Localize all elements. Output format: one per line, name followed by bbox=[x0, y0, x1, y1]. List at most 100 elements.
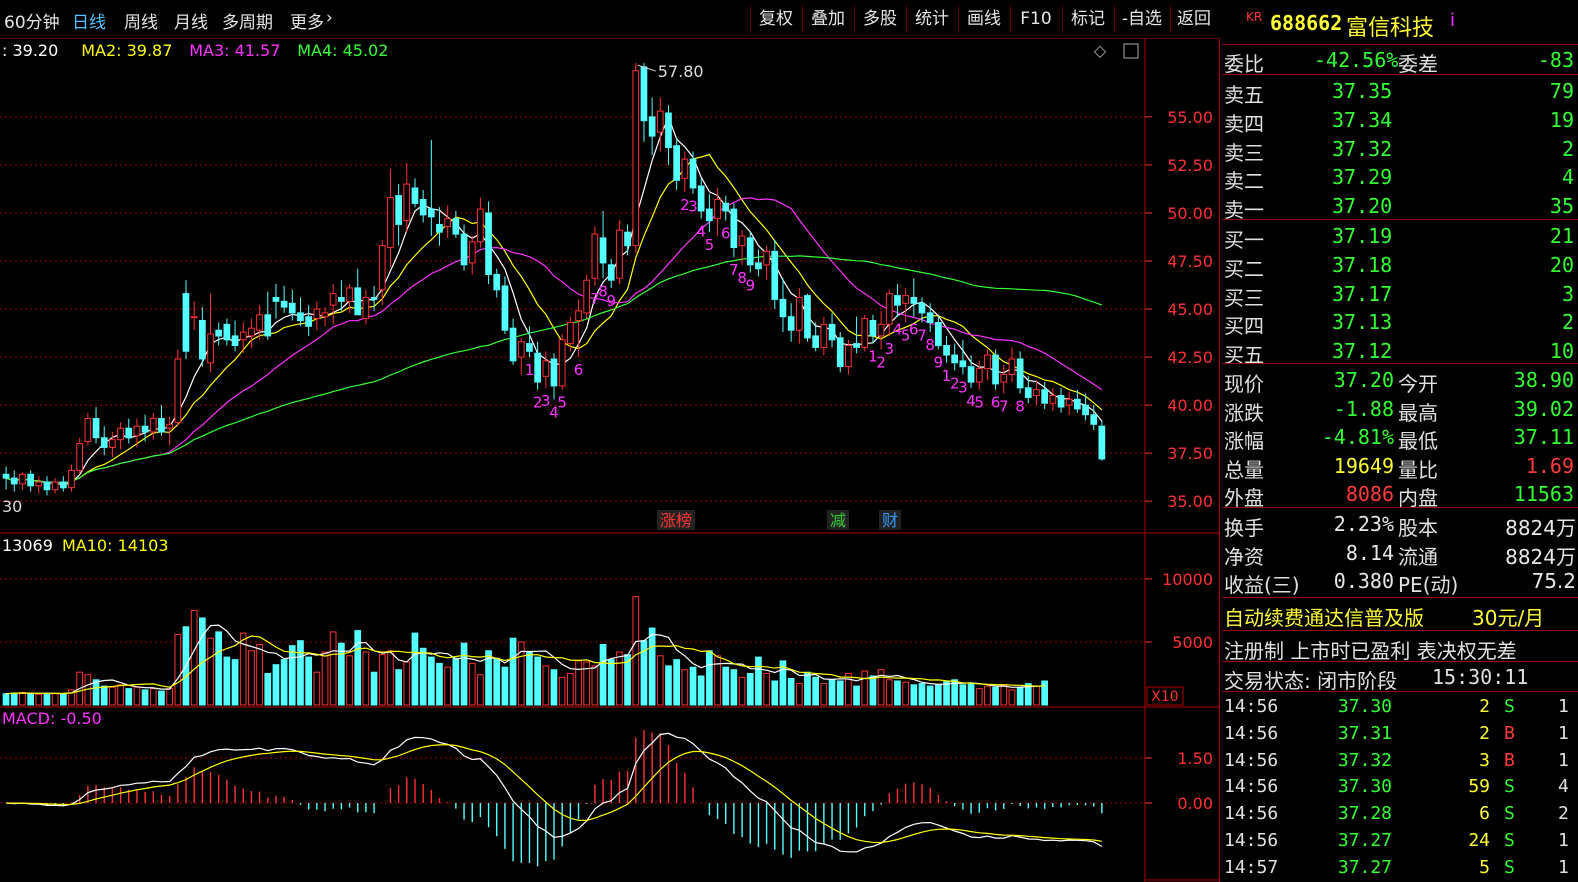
volume-bar bbox=[272, 664, 280, 706]
candle bbox=[1033, 380, 1040, 406]
candle bbox=[452, 211, 460, 238]
candle-body bbox=[19, 473, 26, 485]
buy-order-row[interactable]: 买二 37.18 20 bbox=[1222, 251, 1578, 281]
chevron-right-icon[interactable]: › bbox=[326, 8, 333, 28]
candle bbox=[926, 303, 934, 333]
back-button[interactable]: 返回 bbox=[1170, 5, 1217, 33]
trade-status-label: 交易状态: 闭市阶段 bbox=[1224, 669, 1398, 693]
candle-body bbox=[84, 418, 92, 443]
buy-order-row[interactable]: 买三 37.17 3 bbox=[1222, 280, 1578, 310]
stats-button[interactable]: 统计 bbox=[906, 5, 957, 33]
tick-volume: 24 bbox=[1468, 830, 1490, 851]
tick-price: 37.30 bbox=[1337, 776, 1392, 798]
quote-panel: KR 688662 富信科技 i 委比 -42.56% 委差 -83 卖五 37.… bbox=[1222, 0, 1578, 882]
candle-body bbox=[1090, 414, 1098, 425]
volume-bar bbox=[681, 669, 689, 706]
volume-bar bbox=[526, 651, 533, 706]
period-more[interactable]: 更多 bbox=[290, 8, 324, 33]
candle bbox=[158, 405, 165, 436]
volume-bar bbox=[248, 650, 255, 706]
draw-line-button[interactable]: 画线 bbox=[958, 5, 1009, 33]
fund-label: 净资 bbox=[1224, 544, 1264, 569]
candle-body bbox=[133, 425, 141, 437]
candle-body bbox=[681, 158, 689, 179]
volume-bar bbox=[853, 685, 860, 706]
price-tick-label: 45.00 bbox=[1167, 300, 1213, 319]
sell-qty: 35 bbox=[1549, 194, 1574, 219]
tick-time: 14:56 bbox=[1224, 803, 1279, 825]
candle-body bbox=[207, 333, 214, 364]
candle bbox=[215, 322, 223, 346]
sell-level-label: 卖四 bbox=[1224, 111, 1264, 136]
buy-order-row[interactable]: 买四 37.13 2 bbox=[1222, 308, 1578, 338]
market-tag: KR bbox=[1246, 10, 1263, 24]
sell-order-row[interactable]: 卖二 37.29 4 bbox=[1222, 163, 1578, 193]
volume-bar bbox=[92, 679, 100, 706]
candle bbox=[468, 236, 476, 275]
sell-order-row[interactable]: 卖三 37.32 2 bbox=[1222, 135, 1578, 165]
candle-body bbox=[738, 235, 746, 247]
volume-bar bbox=[468, 662, 476, 706]
period-daily[interactable]: 日线 bbox=[72, 8, 106, 33]
tick-count: 1 bbox=[1558, 722, 1569, 744]
promo-price[interactable]: 30元/月 bbox=[1472, 602, 1544, 631]
buy-order-row[interactable]: 买一 37.19 21 bbox=[1222, 222, 1578, 252]
candle-body bbox=[1033, 389, 1040, 397]
f10-button[interactable]: F10 bbox=[1010, 5, 1061, 33]
period-monthly[interactable]: 月线 bbox=[174, 8, 208, 33]
candle-body bbox=[673, 145, 680, 181]
candle-body bbox=[771, 250, 779, 300]
candle-body bbox=[27, 473, 34, 487]
candle-body bbox=[918, 302, 926, 314]
tick-volume: 2 bbox=[1479, 722, 1490, 744]
overlay-button[interactable]: 叠加 bbox=[802, 5, 853, 33]
candle bbox=[239, 322, 247, 354]
candle bbox=[992, 349, 999, 390]
volume-bar bbox=[787, 678, 795, 706]
info-icon[interactable]: i bbox=[1450, 10, 1455, 31]
candle bbox=[591, 226, 599, 286]
adjust-button[interactable]: 复权 bbox=[750, 5, 801, 33]
candle-body bbox=[51, 481, 59, 491]
volume-bar bbox=[722, 666, 730, 706]
candle-body bbox=[60, 481, 67, 489]
stat-value: -1.88 bbox=[1333, 396, 1394, 421]
buy-order-row[interactable]: 买五 37.12 10 bbox=[1222, 337, 1578, 367]
fund-label: PE(动) bbox=[1398, 573, 1459, 597]
volume-bar bbox=[804, 671, 811, 706]
period-weekly[interactable]: 周线 bbox=[124, 8, 158, 33]
multi-stock-button[interactable]: 多股 bbox=[854, 5, 905, 33]
chart-area[interactable]: 55.0052.5050.0047.5045.0042.5040.0037.50… bbox=[0, 0, 1220, 882]
promo-banner[interactable]: 自动续费通达信普及版 30元/月 bbox=[1222, 600, 1578, 631]
volume-bar bbox=[926, 685, 934, 706]
tick-side: S bbox=[1504, 696, 1515, 717]
candle-body bbox=[501, 285, 509, 331]
period-60min[interactable]: 60分钟 bbox=[4, 8, 60, 33]
candle-body bbox=[943, 345, 950, 356]
volume-bar bbox=[861, 670, 869, 706]
buy-level-label: 买二 bbox=[1224, 256, 1264, 281]
candle bbox=[256, 305, 263, 340]
period-multi[interactable]: 多周期 bbox=[222, 8, 273, 33]
sell-order-row[interactable]: 卖五 37.35 79 bbox=[1222, 77, 1578, 107]
webi-value: -42.56% bbox=[1314, 48, 1399, 72]
macd-legend: MACD: -0.50 bbox=[2, 709, 102, 728]
candle-body bbox=[583, 279, 590, 314]
remove-watchlist-button[interactable]: -自选 bbox=[1114, 5, 1169, 33]
mark-button[interactable]: 标记 bbox=[1062, 5, 1113, 33]
sell-order-row[interactable]: 卖一 37.20 35 bbox=[1222, 192, 1578, 222]
candle-body bbox=[869, 320, 877, 337]
candle-body bbox=[231, 335, 239, 346]
fund-label: 收益(三) bbox=[1224, 573, 1300, 597]
sell-order-row[interactable]: 卖四 37.34 19 bbox=[1222, 106, 1578, 136]
candle bbox=[861, 314, 869, 352]
volume-bar bbox=[27, 693, 34, 706]
stat-label: 最高 bbox=[1398, 400, 1438, 425]
promo-text[interactable]: 自动续费通达信普及版 bbox=[1224, 602, 1424, 631]
candle bbox=[190, 301, 198, 331]
tick-row: 14:56 37.31 2 B 1 bbox=[1222, 721, 1578, 747]
volume-bar bbox=[141, 689, 149, 706]
candle-body bbox=[804, 295, 811, 339]
volume-bar bbox=[935, 684, 942, 706]
candle bbox=[787, 303, 795, 342]
